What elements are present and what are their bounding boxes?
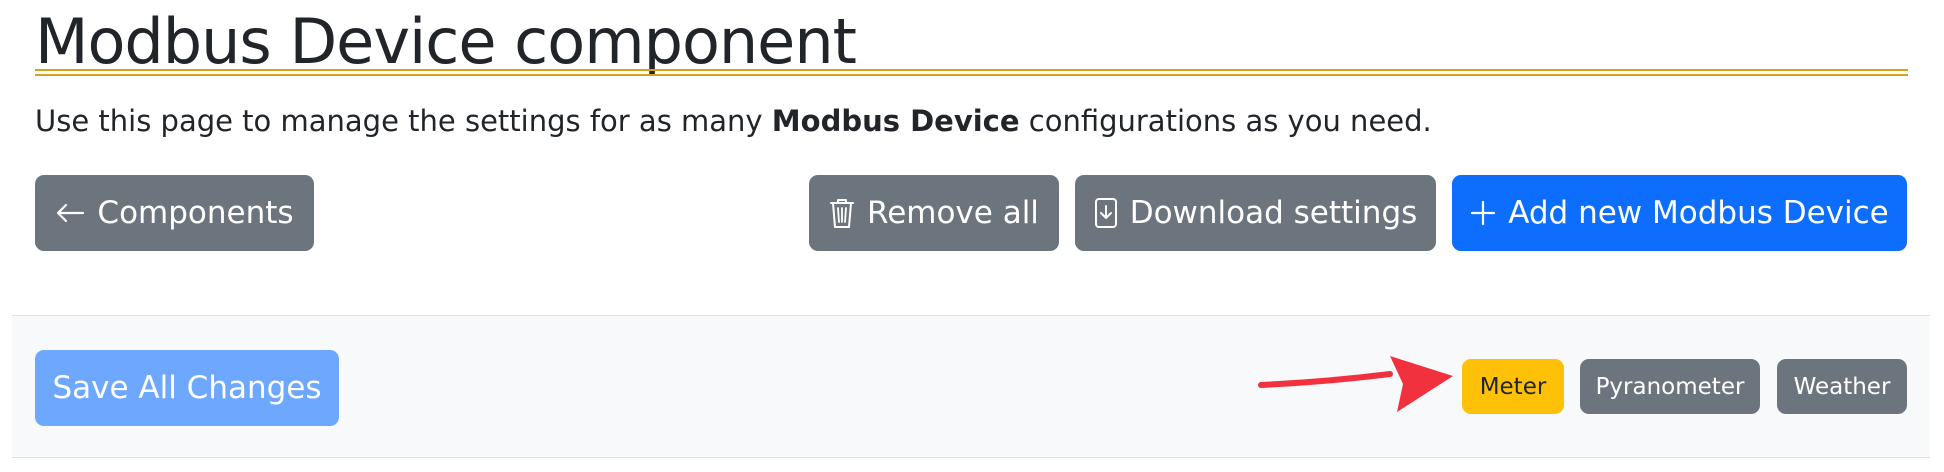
tab-meter[interactable]: Meter xyxy=(1462,359,1564,414)
add-new-modbus-device-button-label: Add new Modbus Device xyxy=(1508,195,1889,231)
components-button[interactable]: Components xyxy=(35,175,314,251)
remove-all-button-label: Remove all xyxy=(867,195,1039,231)
tab-pyranometer-label: Pyranometer xyxy=(1595,373,1745,400)
page-intro: Use this page to manage the settings for… xyxy=(35,101,1432,141)
remove-all-button[interactable]: Remove all xyxy=(809,175,1059,251)
download-settings-button-label: Download settings xyxy=(1129,195,1418,231)
plus-icon xyxy=(1471,200,1496,226)
intro-text-bold: Modbus Device xyxy=(771,104,1020,138)
file-download-icon xyxy=(1094,198,1117,228)
title-underline xyxy=(35,69,1908,76)
page: Modbus Device component Use this page to… xyxy=(0,0,1944,472)
download-settings-button[interactable]: Download settings xyxy=(1075,175,1436,251)
annotation-arrow-icon xyxy=(1258,356,1453,412)
tab-weather[interactable]: Weather xyxy=(1777,359,1907,414)
arrow-left-icon xyxy=(57,203,85,223)
tab-pyranometer[interactable]: Pyranometer xyxy=(1580,359,1760,414)
tab-meter-label: Meter xyxy=(1479,373,1547,400)
components-button-label: Components xyxy=(97,195,294,231)
intro-text-after: configurations as you need. xyxy=(1019,104,1432,138)
trash-icon xyxy=(830,199,855,228)
intro-text-before: Use this page to manage the settings for… xyxy=(35,104,772,138)
add-new-modbus-device-button[interactable]: Add new Modbus Device xyxy=(1452,175,1907,251)
save-all-changes-button-label: Save All Changes xyxy=(52,370,322,406)
tab-weather-label: Weather xyxy=(1793,373,1891,400)
save-all-changes-button[interactable]: Save All Changes xyxy=(35,350,339,426)
